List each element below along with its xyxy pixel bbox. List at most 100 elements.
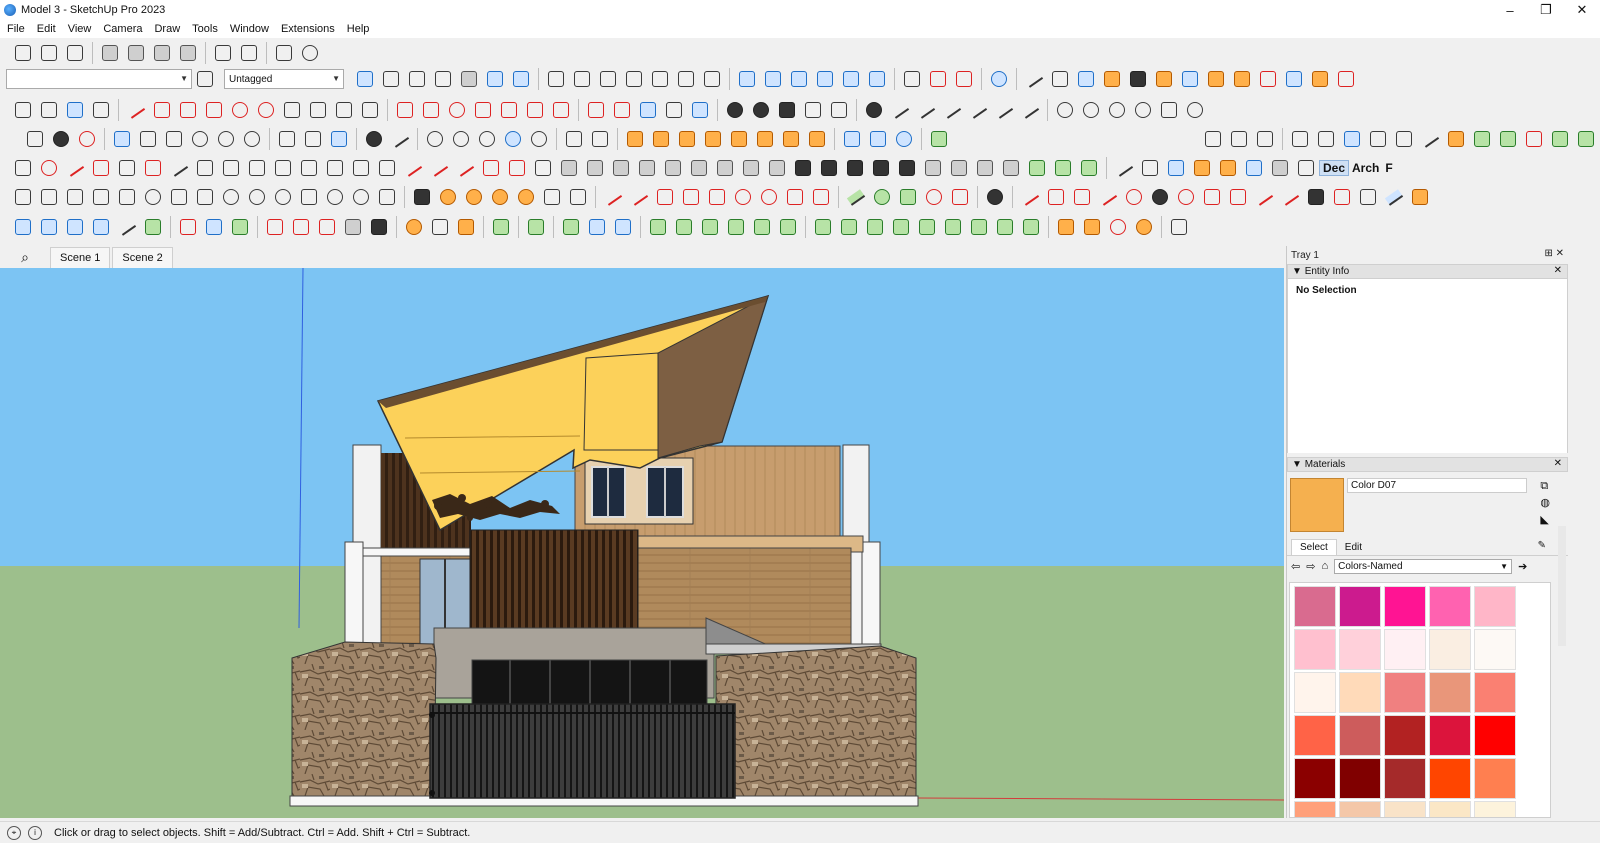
- lock-icon[interactable]: [567, 186, 590, 209]
- ext-b27-icon[interactable]: [758, 186, 781, 209]
- tab-edit[interactable]: Edit: [1337, 540, 1370, 555]
- ext-b2-icon[interactable]: [38, 186, 61, 209]
- extrude-icon[interactable]: [1153, 68, 1176, 91]
- ext-a43-icon[interactable]: [1113, 157, 1136, 180]
- credits-info-icon[interactable]: i: [28, 825, 42, 840]
- ext-b50-icon[interactable]: [1409, 186, 1432, 209]
- ext-c33-icon[interactable]: [942, 216, 965, 239]
- scale-icon[interactable]: [498, 99, 521, 122]
- ext-c32-icon[interactable]: [916, 216, 939, 239]
- ext-a25-icon[interactable]: [636, 157, 659, 180]
- zoom-icon[interactable]: [776, 99, 799, 122]
- material-name-field[interactable]: Color D07: [1347, 478, 1527, 493]
- ext-b46-icon[interactable]: [1279, 186, 1302, 209]
- ext-c18-icon[interactable]: [525, 216, 548, 239]
- ext-a23-icon[interactable]: [584, 157, 607, 180]
- geo-location-icon[interactable]: ⌖: [7, 825, 21, 840]
- details-arrow-icon[interactable]: ➔: [1518, 560, 1527, 573]
- protractor-icon[interactable]: [611, 99, 634, 122]
- intersect-icon[interactable]: [762, 68, 785, 91]
- menu-extensions[interactable]: Extensions: [276, 23, 342, 35]
- color-swatch[interactable]: [1384, 672, 1426, 713]
- roof-tool-2-icon[interactable]: [650, 128, 673, 151]
- ext-a19-icon[interactable]: [480, 157, 503, 180]
- striped-circle-icon[interactable]: [241, 128, 264, 151]
- front-view-icon[interactable]: [597, 68, 620, 91]
- back-arrow-icon[interactable]: ⇦: [1291, 560, 1300, 573]
- curve-tool-3-icon[interactable]: [941, 99, 964, 122]
- drop-icon[interactable]: [189, 128, 212, 151]
- ext-b14-icon[interactable]: [350, 186, 373, 209]
- line-icon[interactable]: [125, 99, 148, 122]
- roof-tool-4-icon[interactable]: [702, 128, 725, 151]
- ext-b25-icon[interactable]: [706, 186, 729, 209]
- roof-tool-6-icon[interactable]: [754, 128, 777, 151]
- sandbox-scratch-icon[interactable]: [927, 68, 950, 91]
- push-pull-icon[interactable]: [420, 99, 443, 122]
- ext-a41-icon[interactable]: [1052, 157, 1075, 180]
- iso-view-icon[interactable]: [545, 68, 568, 91]
- gear-4-icon[interactable]: [502, 128, 525, 151]
- material-swatch[interactable]: [1290, 478, 1344, 532]
- ext-b35-icon[interactable]: [984, 186, 1007, 209]
- print-icon[interactable]: [273, 42, 296, 65]
- maximize-button[interactable]: ❐: [1528, 0, 1564, 20]
- scene-tab-1[interactable]: Scene 1: [50, 247, 111, 268]
- text-icon[interactable]: [637, 99, 660, 122]
- color-swatch[interactable]: [1294, 715, 1336, 756]
- cleanup-icon[interactable]: [1335, 68, 1358, 91]
- layer-stack-2-icon[interactable]: [867, 128, 890, 151]
- curve-tool-4-icon[interactable]: [967, 99, 990, 122]
- ext-a9-icon[interactable]: [220, 157, 243, 180]
- ext-b22-icon[interactable]: [628, 186, 651, 209]
- split-icon[interactable]: [866, 68, 889, 91]
- dim-tool-6-icon[interactable]: [1419, 128, 1442, 151]
- erase-icon[interactable]: [177, 42, 200, 65]
- materials-header[interactable]: ▼ Materials ✕: [1287, 457, 1568, 472]
- ext-c38-icon[interactable]: [1081, 216, 1104, 239]
- ext-c26-icon[interactable]: [751, 216, 774, 239]
- ext-a10-icon[interactable]: [246, 157, 269, 180]
- percent-75-icon[interactable]: [163, 128, 186, 151]
- ext-c34-icon[interactable]: [968, 216, 991, 239]
- back-edges-icon[interactable]: [380, 68, 403, 91]
- ext-a34-icon[interactable]: [870, 157, 893, 180]
- dim-tool-9-icon[interactable]: [1497, 128, 1520, 151]
- monochrome-icon[interactable]: [510, 68, 533, 91]
- ext-c28-icon[interactable]: [812, 216, 835, 239]
- ext-c4-icon[interactable]: [90, 216, 113, 239]
- ext-a11-icon[interactable]: [272, 157, 295, 180]
- ext-b30-icon[interactable]: [845, 186, 868, 209]
- roof-tool-1-icon[interactable]: [624, 128, 647, 151]
- top-view-icon[interactable]: [571, 68, 594, 91]
- arch-tool[interactable]: Arch: [1349, 161, 1382, 175]
- ext-b49-icon[interactable]: [1383, 186, 1406, 209]
- cloud-3-icon[interactable]: [589, 128, 612, 151]
- gear-icon[interactable]: [50, 128, 73, 151]
- ext-a38-icon[interactable]: [974, 157, 997, 180]
- offset-icon[interactable]: [524, 99, 547, 122]
- ext-c41-icon[interactable]: [1168, 216, 1191, 239]
- ext-b33-icon[interactable]: [923, 186, 946, 209]
- ext-c12-icon[interactable]: [316, 216, 339, 239]
- ext-c21-icon[interactable]: [612, 216, 635, 239]
- settings-gear-icon[interactable]: [863, 99, 886, 122]
- sandbox-contours-icon[interactable]: [901, 68, 924, 91]
- ext-b9-icon[interactable]: [220, 186, 243, 209]
- color-swatch[interactable]: [1294, 629, 1336, 670]
- outer-shell-icon[interactable]: [736, 68, 759, 91]
- f-tool[interactable]: F: [1382, 161, 1395, 175]
- ext-a33-icon[interactable]: [844, 157, 867, 180]
- ext-a32-icon[interactable]: [818, 157, 841, 180]
- ext-b40-icon[interactable]: [1123, 186, 1146, 209]
- ext-b18-icon[interactable]: [463, 186, 486, 209]
- ext-c13-icon[interactable]: [342, 216, 365, 239]
- rectangle-icon[interactable]: [177, 99, 200, 122]
- color-swatch[interactable]: [1384, 586, 1426, 627]
- ext-a4-icon[interactable]: [90, 157, 113, 180]
- close-button[interactable]: ✕: [1564, 0, 1600, 20]
- ext-c30-icon[interactable]: [864, 216, 887, 239]
- ext-b3-icon[interactable]: [64, 186, 87, 209]
- help-question-icon[interactable]: [1357, 186, 1380, 209]
- ext-c29-icon[interactable]: [838, 216, 861, 239]
